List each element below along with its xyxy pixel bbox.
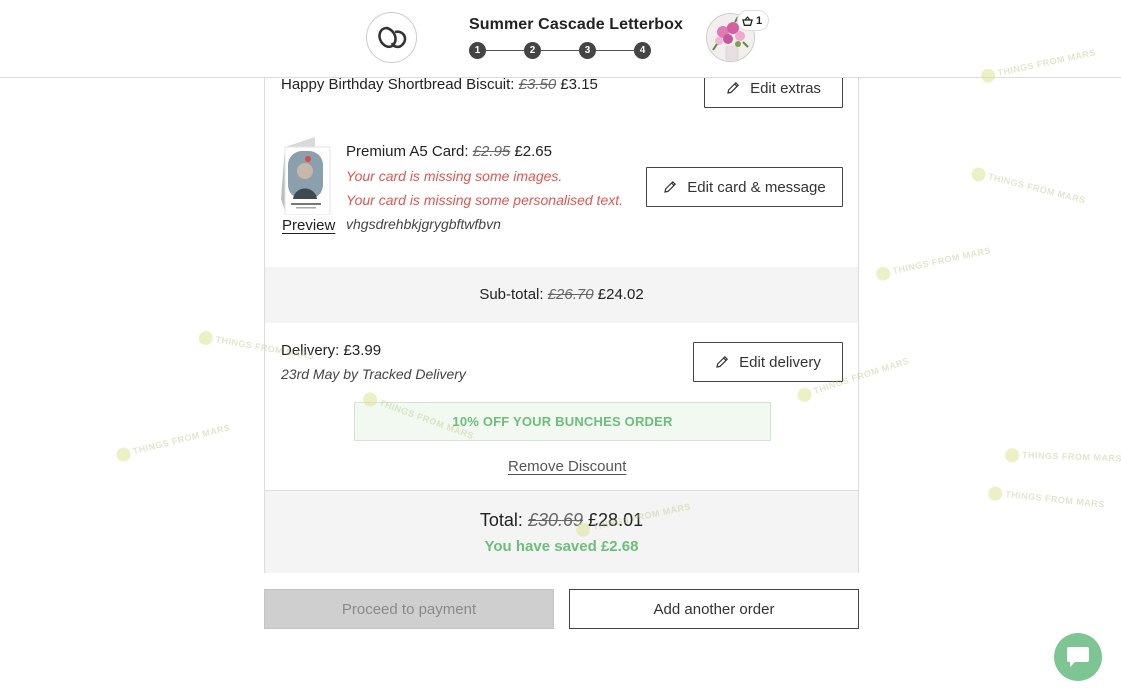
- total-new-price: £28.01: [588, 510, 644, 530]
- subtotal-label: Sub-total:: [479, 286, 544, 303]
- step-2[interactable]: 2: [524, 42, 541, 59]
- card-item-name: Premium A5 Card:: [346, 143, 469, 160]
- card-old-price: £2.95: [472, 143, 511, 160]
- basket-count: 1: [756, 14, 763, 27]
- watermark: THINGS FROM MARS: [970, 166, 1087, 208]
- basket-icon: [742, 15, 753, 26]
- subtotal-line: Sub-total: £26.70 £24.02: [265, 286, 858, 303]
- total-section: Total: £30.69 £28.01 You have saved £2.6…: [265, 490, 858, 573]
- card-preview-link[interactable]: Preview: [282, 217, 335, 234]
- pencil-icon: [716, 355, 729, 368]
- savings-text: You have saved £2.68: [484, 538, 639, 555]
- basket-button[interactable]: 1: [737, 10, 770, 31]
- step-3[interactable]: 3: [579, 42, 596, 59]
- extras-section: Happy Birthday Shortbread Biscuit: £3.50…: [265, 68, 858, 125]
- edit-delivery-label: Edit delivery: [739, 353, 821, 371]
- subtotal-section: Sub-total: £26.70 £24.02: [265, 267, 858, 323]
- extras-item-name: Happy Birthday Shortbread Biscuit:: [281, 76, 515, 93]
- proceed-to-payment-button[interactable]: Proceed to payment: [264, 589, 554, 629]
- card-line: Premium A5 Card: £2.95 £2.65: [346, 143, 552, 160]
- card-thumbnail[interactable]: [281, 137, 331, 216]
- pencil-icon: [727, 81, 740, 94]
- greeting-card-section: Preview Premium A5 Card: £2.95 £2.65 You…: [265, 125, 858, 267]
- delivery-price: £3.99: [343, 342, 382, 359]
- chat-bubble-icon: [1067, 647, 1089, 667]
- extras-new-price: £3.15: [560, 76, 598, 93]
- brand-logo-icon: [377, 26, 406, 48]
- delivery-line: Delivery: £3.99: [281, 342, 381, 359]
- watermark: THINGS FROM MARS: [988, 486, 1106, 512]
- delivery-label: Delivery:: [281, 342, 340, 359]
- edit-card-label: Edit card & message: [687, 178, 826, 196]
- watermark: THINGS FROM MARS: [115, 421, 232, 463]
- card-error-text: Your card is missing some personalised t…: [346, 192, 624, 208]
- brand-logo[interactable]: [366, 12, 417, 63]
- extras-line: Happy Birthday Shortbread Biscuit: £3.50…: [281, 76, 598, 93]
- step-1[interactable]: 1: [469, 42, 486, 59]
- extras-old-price: £3.50: [518, 76, 557, 93]
- watermark: THINGS FROM MARS: [1005, 448, 1121, 466]
- total-old-price: £30.69: [527, 510, 584, 530]
- checkout-steps: 1 2 3 4: [469, 42, 651, 59]
- watermark: THINGS FROM MARS: [875, 244, 992, 282]
- edit-card-button[interactable]: Edit card & message: [646, 167, 843, 207]
- total-label: Total:: [479, 510, 523, 530]
- site-header: Summer Cascade Letterbox 1 2 3 4 1: [0, 0, 1121, 78]
- subtotal-old-price: £26.70: [547, 286, 594, 303]
- card-error-images: Your card is missing some images.: [346, 168, 563, 184]
- delivery-details: 23rd May by Tracked Delivery: [281, 366, 466, 382]
- edit-extras-label: Edit extras: [750, 79, 821, 97]
- step-connector: [596, 50, 634, 51]
- total-line: Total: £30.69 £28.01: [265, 510, 858, 531]
- order-summary-card: Happy Birthday Shortbread Biscuit: £3.50…: [264, 68, 859, 573]
- pencil-icon: [664, 180, 677, 193]
- edit-delivery-button[interactable]: Edit delivery: [693, 342, 843, 382]
- subtotal-new-price: £24.02: [597, 286, 644, 303]
- step-4[interactable]: 4: [634, 42, 651, 59]
- chat-button[interactable]: [1054, 633, 1102, 681]
- discount-banner: 10% OFF YOUR BUNCHES ORDER: [354, 402, 771, 441]
- product-title: Summer Cascade Letterbox: [469, 16, 684, 33]
- remove-discount-link[interactable]: Remove Discount: [508, 458, 626, 475]
- card-new-price: £2.65: [514, 143, 552, 160]
- step-connector: [486, 50, 524, 51]
- step-connector: [541, 50, 579, 51]
- add-another-order-button[interactable]: Add another order: [569, 589, 859, 629]
- card-message: vhgsdrehbkjgrygbftwfbvn: [346, 216, 501, 232]
- card-preview-image: [281, 137, 331, 216]
